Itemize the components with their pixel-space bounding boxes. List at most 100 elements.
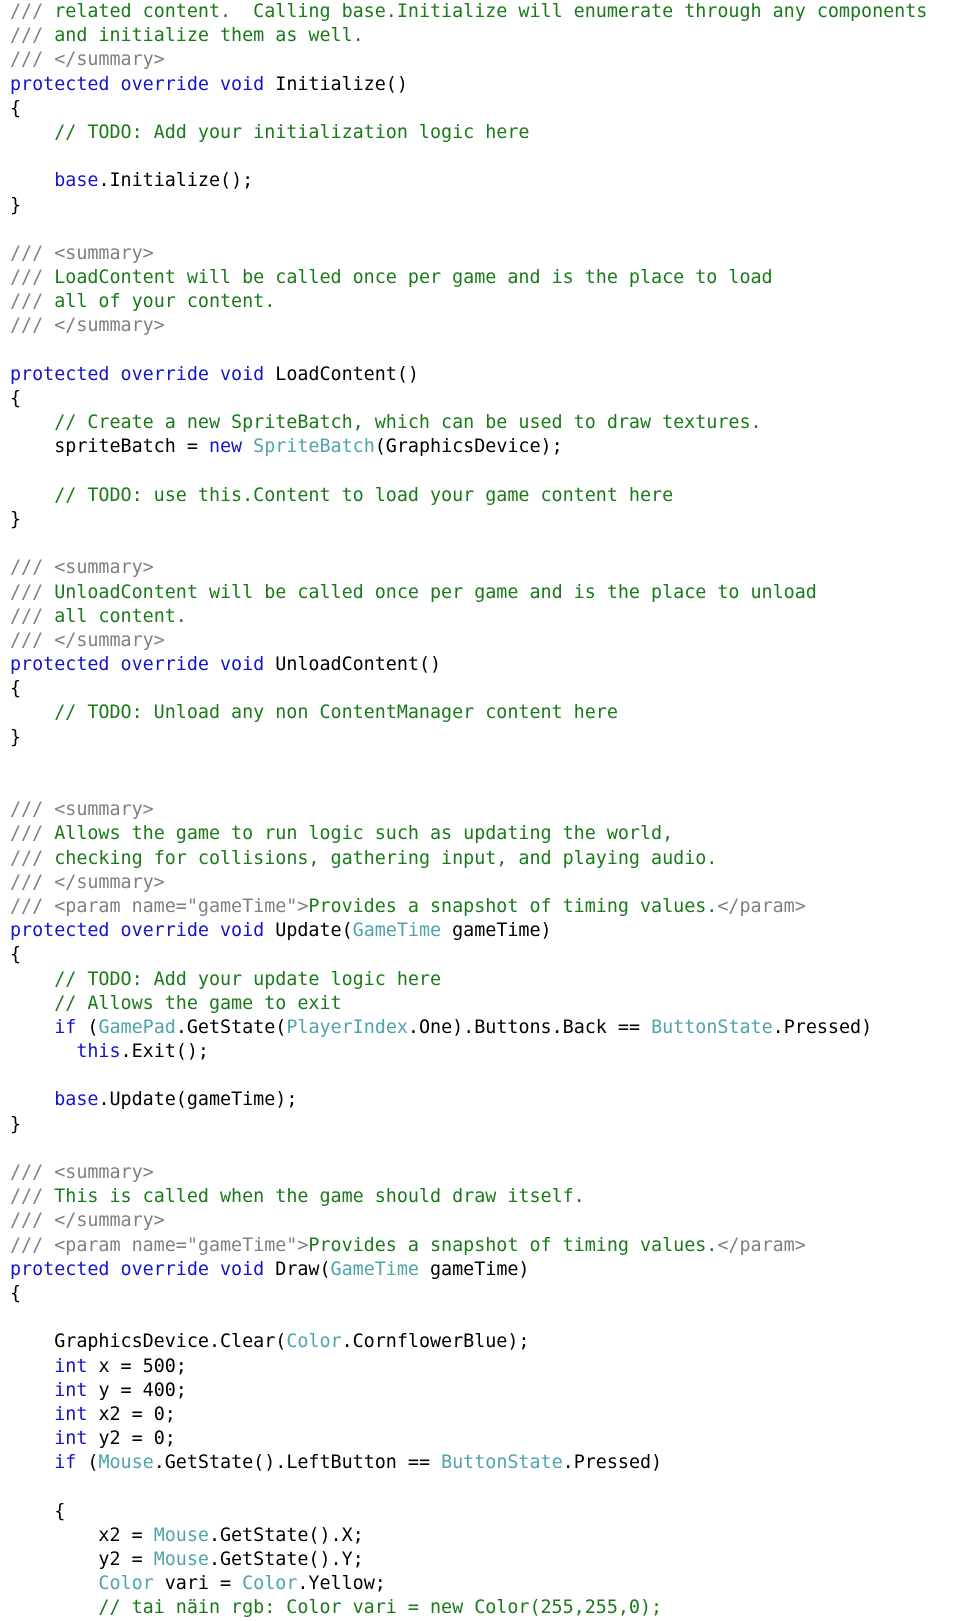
code-listing: /// related content. Calling base.Initia… (0, 0, 960, 1621)
code-token-keyword: base (54, 1089, 99, 1111)
code-line: // TODO: Unload any non ContentManager c… (0, 701, 960, 725)
code-token-type: Mouse (153, 1524, 209, 1546)
code-token-plain: } (10, 1113, 22, 1135)
code-token-plain: .Pressed) (562, 1452, 663, 1474)
code-line: protected override void UnloadContent() (0, 653, 960, 677)
code-line: } (0, 194, 960, 218)
code-line: int x2 = 0; (0, 1403, 960, 1427)
code-line: /// </summary> (0, 629, 960, 653)
code-token-comment: checking for collisions, gathering input… (54, 847, 718, 869)
code-token-plain: } (10, 194, 22, 216)
code-token-keyword: protected override void (10, 73, 276, 95)
code-line: /// This is called when the game should … (0, 1185, 960, 1209)
code-token-comment: all of your content. (54, 291, 276, 313)
code-token-doc: /// <summary> (10, 799, 154, 821)
code-token-keyword: protected override void (10, 1258, 276, 1280)
code-line: /// all content. (0, 605, 960, 629)
code-line: protected override void Update(GameTime … (0, 919, 960, 943)
code-token-type: Mouse (153, 1549, 209, 1570)
code-line: /// </summary> (0, 871, 960, 895)
code-token-plain: .Initialize(); (98, 170, 254, 192)
code-token-plain: y = 400; (87, 1379, 187, 1401)
code-line: protected override void Initialize() (0, 73, 960, 97)
code-line: protected override void LoadContent() (0, 363, 960, 387)
code-token-type: ButtonState (441, 1452, 563, 1474)
code-token-type: GameTime (352, 920, 442, 942)
code-token-keyword: base (54, 170, 99, 192)
code-line: /// </summary> (0, 48, 960, 72)
code-token-plain: y2 = (10, 1549, 154, 1570)
code-line: /// <summary> (0, 242, 960, 266)
code-token-doc: /// <param name="gameTime"> (10, 895, 309, 917)
code-token-plain: ( (76, 1452, 99, 1474)
code-line: /// <summary> (0, 1161, 960, 1185)
code-token-plain: .CornflowerBlue); (341, 1331, 530, 1353)
code-token-doc: /// </summary> (10, 1210, 165, 1232)
code-token-plain: UnloadContent() (275, 654, 442, 676)
code-token-plain: .GetState().LeftButton == (153, 1452, 442, 1474)
code-line: // TODO: Add your initialization logic h… (0, 121, 960, 145)
code-token-comment: LoadContent will be called once per game… (54, 267, 773, 289)
code-token-plain: Update( (275, 920, 353, 942)
code-token-comment: // TODO: Add your update logic here (10, 968, 442, 990)
code-token-plain: GraphicsDevice.Clear( (10, 1331, 287, 1353)
code-token-doc: /// (10, 847, 55, 869)
code-token-comment: // tai näin rgb: Color vari = new Color(… (10, 1597, 663, 1619)
code-token-doc: /// <summary> (10, 1162, 154, 1183)
code-token-plain: vari = (153, 1573, 243, 1595)
code-token-plain: y2 = 0; (87, 1428, 176, 1450)
code-token-type: Mouse (98, 1452, 154, 1474)
code-line: spriteBatch = new SpriteBatch(GraphicsDe… (0, 435, 960, 459)
code-line: // Allows the game to exit (0, 992, 960, 1016)
code-token-keyword: protected override void (10, 363, 276, 385)
code-line: int y2 = 0; (0, 1427, 960, 1451)
code-line: { (0, 387, 960, 411)
code-line: // tai näin rgb: Color vari = new Color(… (0, 1596, 960, 1620)
code-token-keyword: if (54, 1016, 77, 1038)
code-token-comment: // TODO: Unload any non ContentManager c… (10, 702, 618, 724)
code-token-type: PlayerIndex (286, 1016, 408, 1038)
code-token-plain: .One).Buttons.Back == (407, 1016, 652, 1038)
code-line: if (GamePad.GetState(PlayerIndex.One).Bu… (0, 1016, 960, 1040)
code-token-comment: // TODO: use this.Content to load your g… (10, 484, 674, 506)
code-token-plain: { (10, 388, 22, 409)
code-token-comment: and initialize them as well. (54, 25, 364, 47)
code-line: } (0, 508, 960, 532)
code-token-doc: /// </summary> (10, 629, 165, 651)
code-token-plain: gameTime) (441, 920, 552, 942)
code-token-comment: related content. Calling base.Initialize… (54, 1, 928, 22)
code-line: // TODO: use this.Content to load your g… (0, 484, 960, 508)
code-token-doc: /// (10, 291, 55, 313)
code-token-comment: This is called when the game should draw… (54, 1186, 585, 1208)
code-token-plain: .Pressed) (772, 1016, 873, 1038)
code-token-plain: { (10, 1500, 66, 1522)
code-line: base.Update(gameTime); (0, 1088, 960, 1112)
code-line: /// <param name="gameTime">Provides a sn… (0, 895, 960, 919)
code-token-plain: { (10, 944, 22, 966)
code-line: /// <param name="gameTime">Provides a sn… (0, 1234, 960, 1258)
code-token-plain: gameTime) (418, 1258, 530, 1280)
code-line: x2 = Mouse.GetState().X; (0, 1524, 960, 1548)
code-token-plain: .Exit(); (120, 1041, 209, 1063)
code-token-plain: { (10, 97, 22, 119)
code-line: /// all of your content. (0, 290, 960, 314)
code-token-plain: x2 = 0; (87, 1403, 176, 1425)
code-token-keyword: new (208, 436, 254, 458)
code-line: /// LoadContent will be called once per … (0, 266, 960, 290)
code-token-plain: Initialize() (275, 73, 408, 95)
code-token-comment: all content. (54, 605, 187, 627)
code-line: /// UnloadContent will be called once pe… (0, 581, 960, 605)
code-line: { (0, 1500, 960, 1524)
